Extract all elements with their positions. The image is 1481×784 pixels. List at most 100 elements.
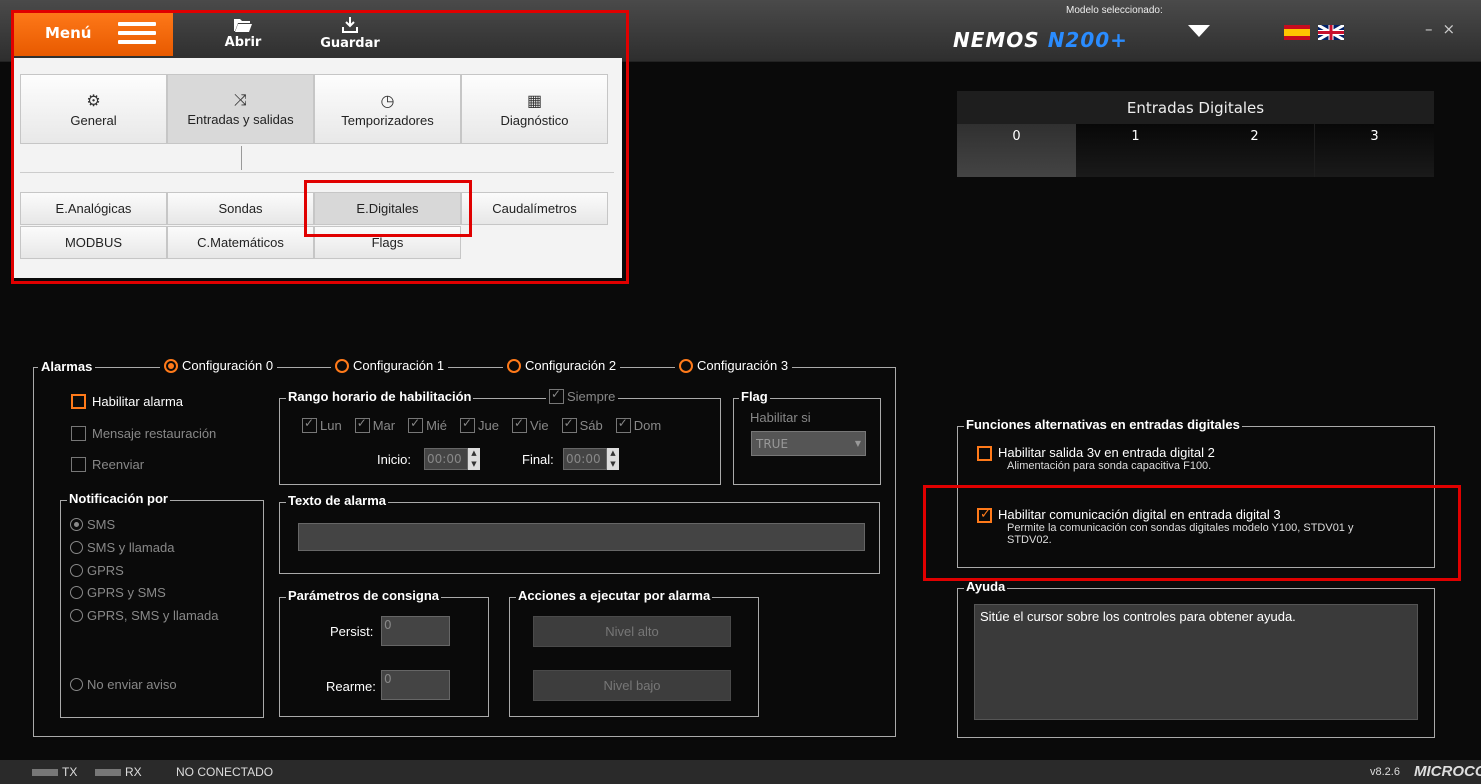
tab-timers[interactable]: ◷ Temporizadores [314,74,461,144]
persist-input[interactable]: 0 [381,616,450,646]
model-logo: NEMOS N200+ [953,28,1128,52]
config-label: Configuración 1 [353,358,445,373]
day-fri-checkbox[interactable]: Vie [512,416,549,433]
notify-gprs-sms-radio[interactable]: GPRS y SMS [70,585,166,600]
sub-modbus[interactable]: MODBUS [20,226,167,259]
close-button[interactable]: × [1443,20,1466,38]
day-mon-checkbox[interactable]: Lun [302,416,342,433]
checkbox-icon [977,446,992,461]
end-label: Final: [522,452,554,467]
flag-legend: Flag [739,389,770,404]
notify-gprs-sms-call-radio[interactable]: GPRS, SMS y llamada [70,608,219,623]
flag-enable-if-label: Habilitar si [750,410,811,425]
enable-alarm-checkbox[interactable]: Habilitar alarma [71,394,183,409]
radio-icon [679,358,693,373]
spanish-flag-icon[interactable] [1284,25,1310,40]
sub-flags[interactable]: Flags [314,226,461,259]
config-2-radio[interactable]: Configuración 2 [503,358,621,373]
digital-input-1[interactable]: 1 [1076,124,1195,177]
open-button[interactable]: Abrir [198,10,288,56]
actions-legend: Acciones a ejecutar por alarma [516,588,713,603]
checkbox-label: Mensaje restauración [92,426,217,441]
rx-indicator: RX [95,765,142,779]
notify-sms-call-radio[interactable]: SMS y llamada [70,540,174,555]
enable-digital-comm-checkbox[interactable]: Habilitar comunicación digital en entrad… [977,506,1354,546]
sub-math-channels[interactable]: C.Matemáticos [167,226,314,259]
digital-input-3[interactable]: 3 [1315,124,1434,177]
always-checkbox[interactable]: Siempre [546,387,619,404]
start-time-input[interactable]: 00:00 [424,448,468,470]
radio-icon [70,586,83,599]
alt-functions-legend: Funciones alternativas en entradas digit… [964,417,1242,432]
persist-label: Persist: [330,624,374,639]
checkbox-label: Siempre [567,389,616,404]
radio-icon [70,678,83,691]
checkbox-icon [549,387,564,404]
radio-icon [70,564,83,577]
option-description: Permite la comunicación con sondas digit… [1007,522,1354,534]
checkbox-icon [354,416,370,433]
checkbox-checked-icon [977,506,992,523]
radio-label: GPRS [87,563,124,578]
no-notify-radio[interactable]: No enviar aviso [70,677,177,692]
sub-analog-inputs[interactable]: E.Analógicas [20,192,167,225]
rearm-label: Rearme: [326,679,376,694]
checkbox-icon [302,416,317,433]
window-controls: –× [1425,20,1465,38]
day-thu-checkbox[interactable]: Jue [460,416,499,433]
end-time-input[interactable]: 00:00 [563,448,607,470]
tab-general[interactable]: ⚙ General [20,74,167,144]
radio-icon [70,541,83,554]
days-row: Lun Mar Mié Jue Vie Sáb Dom [302,416,661,433]
logo-model: N200+ [1047,28,1128,52]
day-sun-checkbox[interactable]: Dom [615,416,661,433]
radio-icon [70,609,83,622]
tab-label: General [70,112,117,128]
config-0-radio[interactable]: Configuración 0 [160,358,278,373]
radio-label: No enviar aviso [87,677,177,692]
minimize-button[interactable]: – [1425,20,1443,38]
alarm-text-input[interactable] [298,523,865,551]
checkbox-icon [71,394,86,409]
day-label: Lun [320,418,342,433]
enable-3v-output-checkbox[interactable]: Habilitar salida 3v en entrada digital 2… [977,445,1215,472]
day-wed-checkbox[interactable]: Mié [408,416,447,433]
flag-select[interactable]: TRUE ▼ [751,431,866,456]
end-spinner[interactable]: ▲ ▼ [607,448,619,470]
config-1-radio[interactable]: Configuración 1 [331,358,449,373]
save-button[interactable]: Guardar [305,10,395,56]
radio-label: SMS [87,517,116,532]
checkbox-label: Reenviar [92,457,145,472]
sub-probes[interactable]: Sondas [167,192,314,225]
notify-gprs-radio[interactable]: GPRS [70,563,124,578]
high-level-button[interactable]: Nivel alto [533,616,731,647]
sub-digital-inputs[interactable]: E.Digitales [314,192,461,225]
day-tue-checkbox[interactable]: Mar [354,416,395,433]
config-label: Configuración 0 [182,358,274,373]
day-label: Vie [530,418,549,433]
digital-input-0[interactable]: 0 [957,124,1076,177]
notify-sms-radio[interactable]: SMS [70,517,115,532]
resend-checkbox[interactable]: Reenviar [71,457,144,472]
config-3-radio[interactable]: Configuración 3 [675,358,793,373]
rearm-input[interactable]: 0 [381,670,450,700]
menu-button[interactable]: Menú [13,10,173,56]
version-label: v8.2.6 [1370,766,1400,778]
tab-inputs-outputs[interactable]: ⤨ Entradas y salidas [167,74,314,144]
tab-label: Temporizadores [341,112,434,128]
tab-diagnostics[interactable]: ▦ Diagnóstico [461,74,608,144]
open-label: Abrir [224,34,262,50]
restore-message-checkbox[interactable]: Mensaje restauración [71,426,216,441]
digital-input-2[interactable]: 2 [1195,124,1314,177]
model-dropdown-icon[interactable] [1188,25,1210,37]
schedule-legend: Rango horario de habilitación [286,389,474,404]
low-level-button[interactable]: Nivel bajo [533,670,731,701]
start-spinner[interactable]: ▲ ▼ [468,448,480,470]
menu-label: Menú [45,24,92,42]
sub-flowmeters[interactable]: Caudalímetros [461,192,608,225]
alarms-legend: Alarmas [38,359,96,374]
day-sat-checkbox[interactable]: Sáb [561,416,603,433]
model-label: Modelo seleccionado: [1066,5,1163,16]
uk-flag-icon[interactable] [1318,25,1344,40]
checkbox-icon [615,416,631,433]
